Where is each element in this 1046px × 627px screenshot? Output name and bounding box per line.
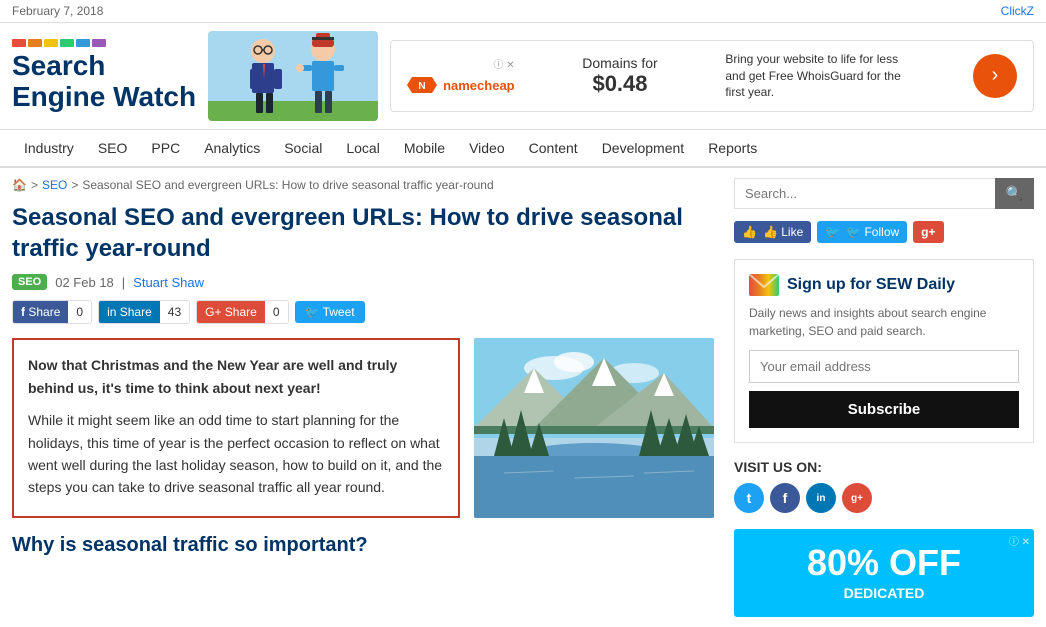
social-buttons: f Share 0 in Share 43 G+ Share 0 🐦 Tweet [12,300,714,324]
article-author[interactable]: Stuart Shaw [133,275,204,290]
header-illustration [208,31,378,121]
facebook-icon-button[interactable]: f [770,483,800,513]
social-follow-bar: 👍 👍 Like 🐦 🐦 Follow g+ [734,221,1034,243]
newsletter-description: Daily news and insights about search eng… [749,304,1019,340]
nav-item-development[interactable]: Development [590,130,697,166]
color-bar-item [28,39,42,47]
nav-item-reports[interactable]: Reports [696,130,769,166]
article-image-svg [474,338,714,518]
namecheap-logo-icon: N [407,75,437,95]
main-nav: Industry SEO PPC Analytics Social Local … [0,130,1046,168]
nav-item-mobile[interactable]: Mobile [392,130,457,166]
gplus-follow-button[interactable]: g+ [913,221,943,243]
ad-price-line1: Domains for [582,55,657,71]
subscribe-button[interactable]: Subscribe [749,391,1019,428]
tweet-label: Tweet [323,305,355,319]
ad-logo-text: namecheap [443,78,515,93]
article-body-para: While it might seem like an odd time to … [28,409,444,499]
nav-item-social[interactable]: Social [272,130,334,166]
tweet-button[interactable]: 🐦 Tweet [295,301,365,323]
logo-title: Search [12,51,196,82]
gplus-share-button[interactable]: G+ Share 0 [196,300,288,324]
article-meta: SEO 02 Feb 18 | Stuart Shaw [12,274,714,290]
article-text-box: Now that Christmas and the New Year are … [12,338,460,518]
svg-text:N: N [418,81,425,92]
color-bar-item [76,39,90,47]
seo-badge[interactable]: SEO [12,274,47,290]
search-input[interactable] [734,178,995,209]
envelope-icon [749,274,779,296]
sidebar-ad-label: ⓘ ✕ [1009,533,1030,548]
article-body-bold: Now that Christmas and the New Year are … [28,354,444,399]
linkedin-share-label: in Share [99,301,160,323]
section-heading: Why is seasonal traffic so important? [12,534,714,557]
color-bar-item [92,39,106,47]
header: Search Engine Watch [0,23,1046,130]
date: February 7, 2018 [12,4,103,18]
facebook-share-label: f Share [13,301,68,323]
meta-separator: | [122,275,125,290]
twitter-follow-button[interactable]: 🐦 🐦 Follow [817,221,907,243]
breadcrumb-sep1: > [31,178,38,192]
color-bar-item [44,39,58,47]
nav-item-analytics[interactable]: Analytics [192,130,272,166]
visit-us: VISIT US ON: t f in g+ [734,459,1034,513]
gplus-icon-button[interactable]: g+ [842,483,872,513]
nav-item-local[interactable]: Local [334,130,391,166]
top-bar: February 7, 2018 ClickZ [0,0,1046,23]
linkedin-share-count: 43 [160,301,189,323]
facebook-like-button[interactable]: 👍 👍 Like [734,221,811,243]
ad-price-line2: $0.48 [582,71,657,97]
color-bar-item [12,39,26,47]
nav-item-video[interactable]: Video [457,130,517,166]
newsletter-box: Sign up for SEW Daily Daily news and ins… [734,259,1034,443]
tweet-bird-icon: 🐦 [305,305,320,319]
breadcrumb: 🏠 > SEO > Seasonal SEO and evergreen URL… [12,178,714,192]
ad-info-top: ⓘ ✕ [493,56,514,71]
article-image [474,338,714,518]
nav-item-content[interactable]: Content [517,130,590,166]
newsletter-title: Sign up for SEW Daily [749,274,1019,296]
gplus-share-label: G+ Share [197,301,265,323]
breadcrumb-sep2: > [71,178,78,192]
visit-us-label: VISIT US ON: [734,459,1034,475]
color-bar [12,39,196,47]
logo-subtitle: Engine Watch [12,82,196,113]
breadcrumb-home[interactable]: 🏠 [12,178,27,192]
sidebar-ad: ⓘ ✕ 80% OFF DEDICATED [734,529,1034,617]
clickz-link[interactable]: ClickZ [1001,4,1034,18]
facebook-share-count: 0 [68,301,91,323]
social-icons: t f in g+ [734,483,1034,513]
article-date: 02 Feb 18 [55,275,114,290]
nav-item-industry[interactable]: Industry [12,130,86,166]
article-title: Seasonal SEO and evergreen URLs: How to … [12,202,714,264]
linkedin-share-button[interactable]: in Share 43 [98,300,190,324]
ad-price: Domains for $0.48 [582,55,657,97]
illustration-svg [208,31,378,121]
article-body: Now that Christmas and the New Year are … [12,338,714,518]
color-bar-item [60,39,74,47]
sidebar-search: 🔍 [734,178,1034,209]
sidebar: 🔍 👍 👍 Like 🐦 🐦 Follow g+ [734,178,1034,617]
nav-item-ppc[interactable]: PPC [139,130,192,166]
sidebar-ad-text: DEDICATED [750,585,1018,601]
ad-cta-button[interactable]: › [973,54,1017,98]
main-layout: 🏠 > SEO > Seasonal SEO and evergreen URL… [0,168,1046,627]
email-input[interactable] [749,350,1019,383]
search-button[interactable]: 🔍 [995,178,1034,209]
content-area: 🏠 > SEO > Seasonal SEO and evergreen URL… [12,178,734,617]
ad-description: Bring your website to life for less and … [725,51,905,101]
facebook-share-button[interactable]: f Share 0 [12,300,92,324]
sidebar-ad-discount: 80% OFF [750,545,1018,581]
breadcrumb-current: Seasonal SEO and evergreen URLs: How to … [82,178,493,192]
twitter-icon-button[interactable]: t [734,483,764,513]
gplus-share-count: 0 [265,301,288,323]
ad-banner: ⓘ ✕ N namecheap Domains for $0.48 Bring … [390,40,1034,112]
linkedin-icon-button[interactable]: in [806,483,836,513]
nav-item-seo[interactable]: SEO [86,130,140,166]
logo-area: Search Engine Watch [12,39,196,113]
breadcrumb-seo[interactable]: SEO [42,178,67,192]
